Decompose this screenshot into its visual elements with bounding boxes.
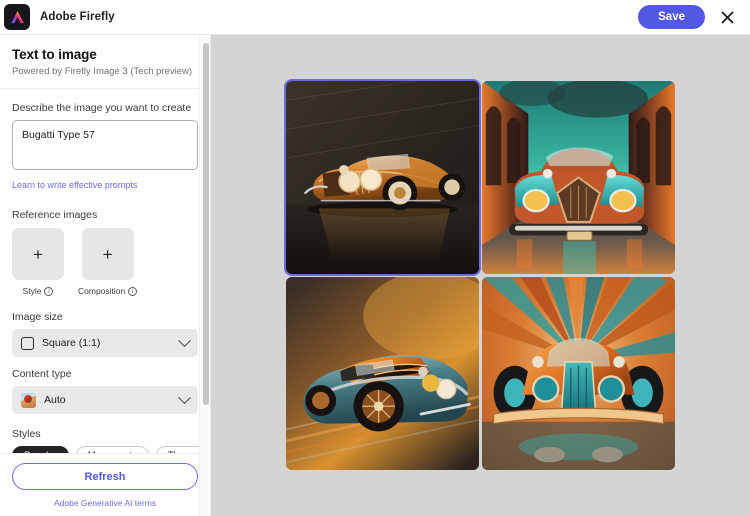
auto-thumbnail-icon bbox=[21, 393, 36, 408]
learn-prompts-link[interactable]: Learn to write effective prompts bbox=[12, 180, 137, 190]
content-type-select[interactable]: Auto bbox=[12, 386, 198, 414]
add-composition-reference-button[interactable]: + bbox=[82, 228, 134, 280]
image-size-value: Square (1:1) bbox=[42, 337, 172, 349]
sidebar-panel: Text to image Powered by Firefly Image 3… bbox=[0, 35, 211, 516]
body-split: Text to image Powered by Firefly Image 3… bbox=[0, 35, 750, 516]
prompt-input[interactable] bbox=[12, 120, 198, 170]
close-icon[interactable] bbox=[714, 4, 740, 30]
prompt-section: Describe the image you want to create Le… bbox=[0, 89, 210, 193]
square-ratio-icon bbox=[21, 337, 34, 350]
tab-popular[interactable]: Popular bbox=[12, 446, 69, 453]
image-size-label: Image size bbox=[12, 311, 198, 323]
result-image-2[interactable] bbox=[482, 81, 675, 274]
result-image-3[interactable] bbox=[286, 277, 479, 470]
plus-icon: + bbox=[33, 246, 43, 263]
styles-tabs: Popular Movements Themes bbox=[12, 446, 198, 453]
results-grid bbox=[286, 81, 675, 470]
sidebar-scrollbar-track[interactable] bbox=[199, 35, 210, 516]
content-type-label: Content type bbox=[12, 368, 198, 380]
save-button[interactable]: Save bbox=[638, 5, 705, 29]
refresh-button[interactable]: Refresh bbox=[12, 463, 198, 490]
plus-icon: + bbox=[103, 246, 113, 263]
image-size-select[interactable]: Square (1:1) bbox=[12, 329, 198, 357]
reference-image-composition: + Composition i bbox=[78, 228, 137, 296]
tab-movements[interactable]: Movements bbox=[76, 446, 149, 453]
prompt-label: Describe the image you want to create bbox=[12, 102, 198, 114]
page-title: Text to image bbox=[12, 47, 198, 62]
panel-header: Text to image Powered by Firefly Image 3… bbox=[0, 35, 210, 89]
info-icon[interactable]: i bbox=[44, 287, 53, 296]
styles-label: Styles bbox=[12, 428, 198, 440]
app-title: Adobe Firefly bbox=[40, 11, 115, 23]
reference-images-row: + Style i + Composit bbox=[12, 228, 198, 296]
firefly-app-window: Adobe Firefly Save Text to image Powered… bbox=[0, 0, 750, 516]
results-canvas bbox=[211, 35, 750, 516]
reference-composition-caption: Composition i bbox=[78, 286, 137, 296]
result-image-4[interactable] bbox=[482, 277, 675, 470]
reference-images-label: Reference images bbox=[12, 209, 198, 221]
sidebar-scroll-area: Text to image Powered by Firefly Image 3… bbox=[0, 35, 210, 453]
firefly-logo-icon bbox=[4, 4, 30, 30]
reference-style-caption: Style i bbox=[23, 286, 54, 296]
info-icon[interactable]: i bbox=[128, 287, 137, 296]
generative-ai-terms-link[interactable]: Adobe Generative AI terms bbox=[12, 498, 198, 508]
chevron-down-icon bbox=[178, 334, 191, 347]
chevron-down-icon bbox=[178, 391, 191, 404]
reference-style-label: Style bbox=[23, 286, 42, 296]
reference-composition-label: Composition bbox=[78, 286, 125, 296]
content-type-section: Content type Auto bbox=[0, 357, 210, 414]
styles-section: Styles Popular Movements Themes bbox=[0, 414, 210, 453]
app-header: Adobe Firefly Save bbox=[0, 0, 750, 35]
image-size-section: Image size Square (1:1) bbox=[0, 296, 210, 357]
add-style-reference-button[interactable]: + bbox=[12, 228, 64, 280]
page-subtitle: Powered by Firefly Image 3 (Tech preview… bbox=[12, 66, 198, 77]
sidebar-scrollbar-thumb[interactable] bbox=[203, 43, 209, 405]
content-type-value: Auto bbox=[44, 394, 172, 406]
result-image-1[interactable] bbox=[286, 81, 479, 274]
sidebar-footer: Refresh Adobe Generative AI terms bbox=[0, 453, 210, 516]
reference-image-style: + Style i bbox=[12, 228, 64, 296]
reference-images-section: Reference images + Style i bbox=[0, 193, 210, 296]
